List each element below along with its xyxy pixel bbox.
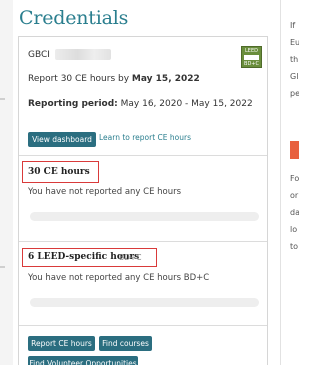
reporting-period-label: Reporting period:: [28, 99, 118, 109]
right-panel-text: to: [290, 242, 299, 251]
right-panel-text: Gl: [290, 72, 299, 81]
gbci-label: GBCI: [28, 50, 50, 60]
right-panel-text: da: [290, 208, 299, 217]
ce-hours-progress-bar: [30, 212, 259, 221]
left-sidebar-strip: [0, 0, 13, 365]
section-divider: [19, 241, 267, 242]
right-panel-text: Eu: [290, 38, 299, 47]
view-dashboard-button[interactable]: View dashboard: [28, 132, 96, 147]
leed-hours-progress-bar: [30, 298, 259, 307]
right-panel-text: lo: [290, 225, 298, 234]
right-panel-text: pe: [290, 89, 299, 98]
badge-text-bottom: BD+C: [244, 61, 259, 67]
right-info-panel: If Eu th Gl pe Fo or da lo to: [280, 0, 299, 365]
ce-hours-title: 30 CE hours: [28, 167, 90, 177]
report-prefix: Report 30 CE hours by: [28, 74, 130, 84]
section-divider: [19, 155, 267, 156]
leed-hours-status: You have not reported any CE hours BD+C: [28, 273, 210, 283]
sidebar-marker: [0, 266, 5, 268]
sidebar-marker: [0, 98, 5, 100]
gbci-id-redacted: [55, 49, 111, 60]
leed-bdc-badge-icon: LEED BD+C: [241, 46, 262, 68]
report-ce-hours-button[interactable]: Report CE hours: [28, 336, 95, 351]
ce-hours-status: You have not reported any CE hours: [28, 187, 182, 197]
right-panel-text: Fo: [290, 174, 299, 183]
badge-stripe: [244, 55, 259, 60]
right-panel-text: or: [290, 191, 299, 200]
reporting-period-value: May 16, 2020 - May 15, 2022: [120, 99, 253, 109]
right-panel-text: If: [290, 21, 296, 30]
find-courses-button[interactable]: Find courses: [99, 336, 152, 351]
section-divider: [19, 325, 267, 326]
right-panel-text: th: [290, 55, 299, 64]
credentials-card: GBCI LEED BD+C Report 30 CE hours by May…: [18, 36, 268, 365]
page-title: Credentials: [19, 7, 129, 29]
report-date: May 15, 2022: [131, 74, 200, 84]
reporting-period: Reporting period: May 16, 2020 - May 15,…: [28, 99, 253, 109]
badge-text-top: LEED: [245, 48, 258, 54]
report-deadline: Report 30 CE hours by May 15, 2022: [28, 74, 200, 84]
find-volunteer-opportunities-button[interactable]: Find Volunteer Opportunities: [28, 356, 138, 365]
learn-report-ce-link[interactable]: Learn to report CE hours: [99, 133, 191, 142]
leed-hours-subtitle: BD+C: [119, 253, 142, 262]
right-panel-button[interactable]: [290, 141, 299, 159]
